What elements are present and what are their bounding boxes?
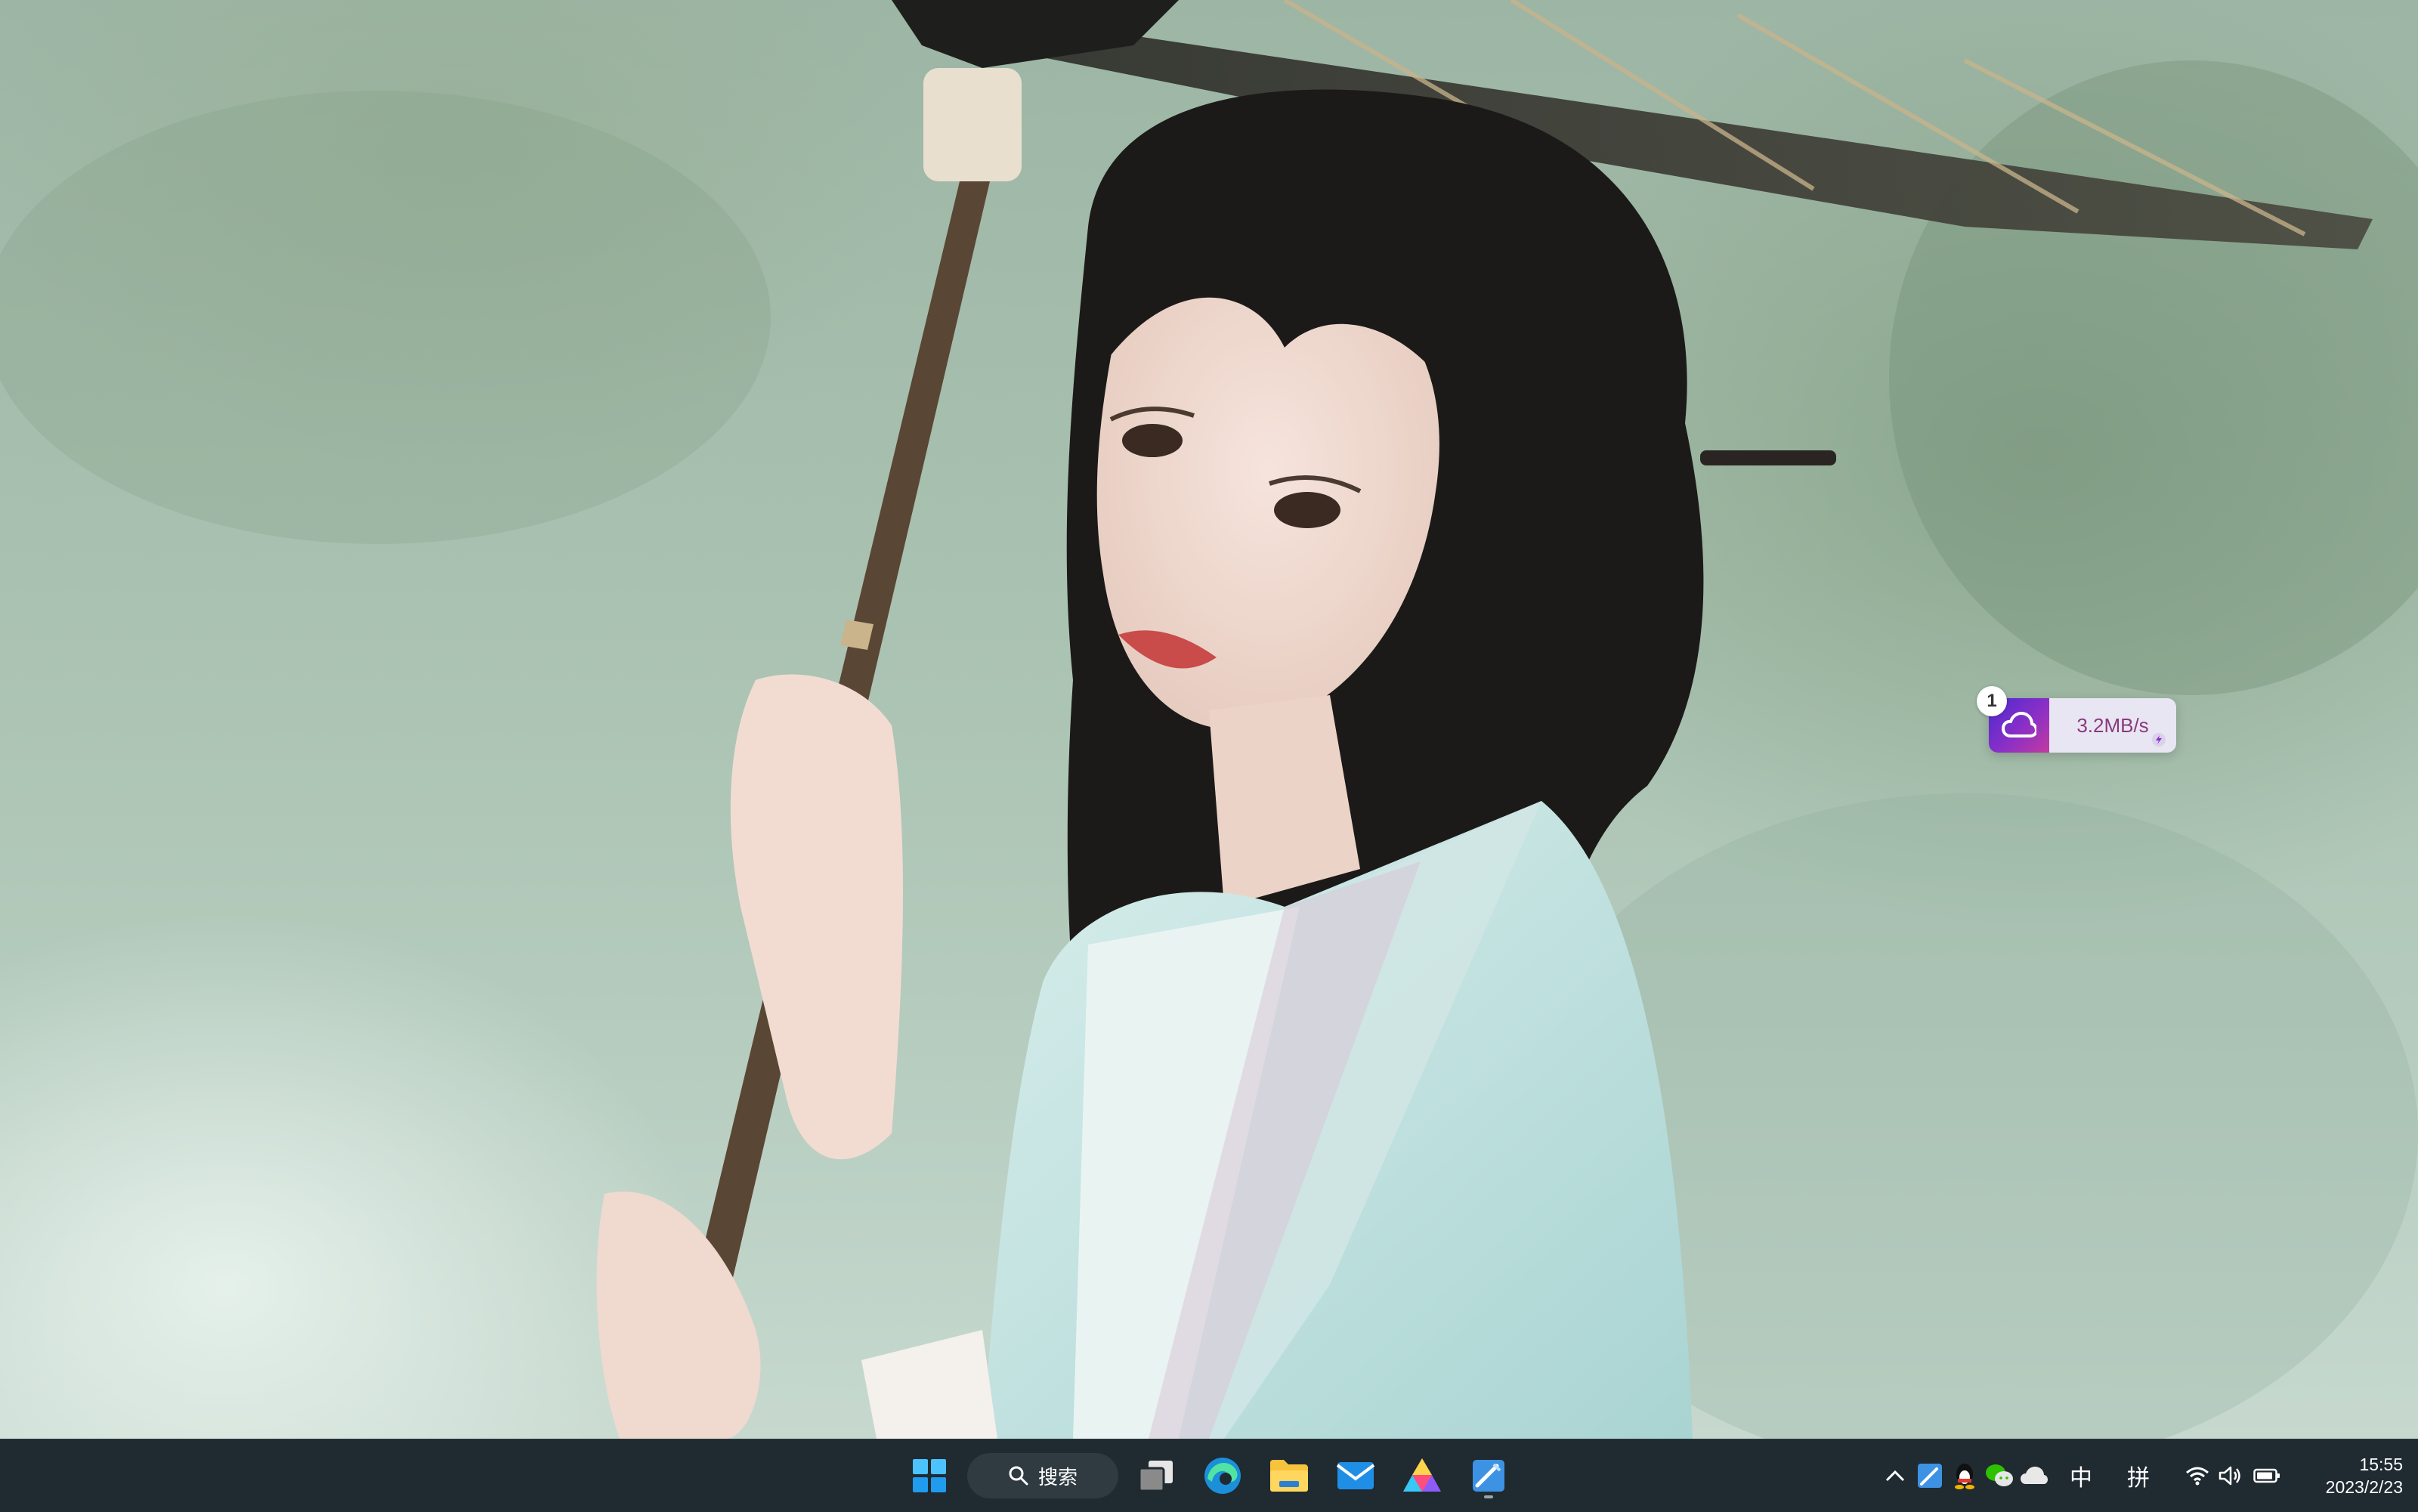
triangle-app-icon (1403, 1458, 1441, 1492)
taskbar-clock[interactable]: 15:55 2023/2/23 (2290, 1452, 2403, 1500)
tray-blue-app[interactable] (1913, 1458, 1946, 1494)
file-explorer-button[interactable] (1262, 1452, 1316, 1500)
wechat-icon (1986, 1464, 2013, 1486)
start-button[interactable] (902, 1452, 957, 1500)
task-view-button[interactable] (1129, 1452, 1183, 1500)
taskbar-search-box[interactable]: 搜索 (967, 1453, 1118, 1498)
show-hidden-icons-button[interactable] (1878, 1458, 1912, 1494)
windows-start-icon (913, 1459, 946, 1492)
notification-badge: 1 (1977, 686, 2007, 716)
blue-app-button[interactable] (1461, 1452, 1516, 1500)
tray-qq[interactable] (1948, 1458, 1981, 1494)
ime-layout-indicator[interactable]: 拼 (2122, 1458, 2155, 1494)
task-view-icon (1138, 1461, 1173, 1492)
chevron-up-icon (1885, 1470, 1905, 1482)
running-indicator (1484, 1495, 1493, 1498)
triangle-app-button[interactable] (1395, 1452, 1449, 1500)
ime-mode-indicator[interactable]: 中 (2064, 1458, 2098, 1494)
search-icon (1009, 1466, 1028, 1486)
qq-penguin-icon (1955, 1464, 1974, 1489)
download-speed-widget[interactable]: 3.2MB/s 1 (1977, 686, 2176, 753)
desktop-wallpaper: 3.2MB/s 1 (0, 0, 2418, 1439)
network-button[interactable] (2181, 1458, 2214, 1494)
blue-app-icon (1473, 1460, 1504, 1492)
tray-onedrive[interactable] (2018, 1458, 2051, 1494)
taskbar: 搜索 中 拼 15:55 2023/2/23 (0, 1439, 2418, 1512)
battery-icon (2253, 1468, 2280, 1483)
volume-icon (2219, 1466, 2240, 1486)
mail-button[interactable] (1328, 1452, 1383, 1500)
search-label: 搜索 (1037, 1465, 1078, 1489)
mail-icon (1336, 1462, 1375, 1489)
tray-wechat[interactable] (1983, 1458, 2016, 1494)
blue-app-tray-icon (1918, 1464, 1942, 1488)
edge-browser-button[interactable] (1195, 1452, 1250, 1500)
edge-browser-icon (1204, 1458, 1241, 1494)
battery-button[interactable] (2250, 1458, 2283, 1494)
folder-icon (1270, 1460, 1308, 1492)
onedrive-cloud-icon (2021, 1467, 2048, 1484)
clock-time: 15:55 (2359, 1455, 2403, 1474)
lightning-icon (2152, 733, 2166, 747)
clock-date: 2023/2/23 (2325, 1477, 2403, 1497)
volume-button[interactable] (2214, 1458, 2247, 1494)
wifi-icon (2186, 1467, 2209, 1486)
